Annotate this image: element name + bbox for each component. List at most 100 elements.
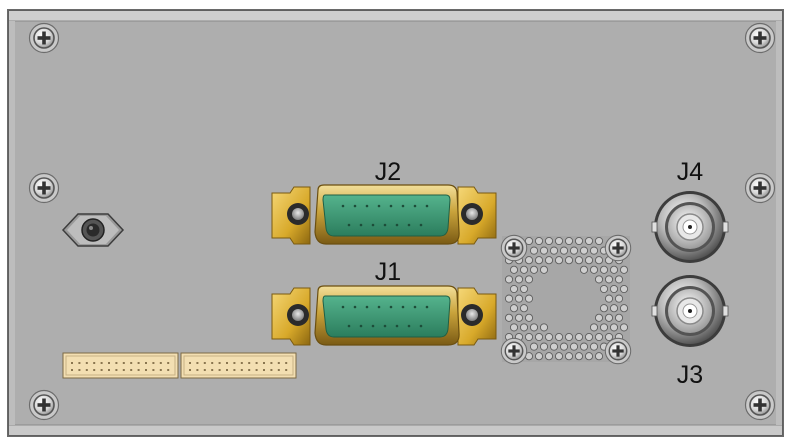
header-pin [115,362,118,364]
vent-hole [574,332,584,342]
label-j4: J4 [677,158,704,186]
vent-hole [614,294,624,303]
vent-hole [614,275,624,284]
vent-screw-bottom-right-icon [604,337,632,365]
header-pin [78,362,81,364]
header-pin [152,362,155,364]
dsub-connector-j2 [271,184,497,245]
rear-panel-diagram: J2 J1 J4 J3 [0,0,788,441]
vent-hole [594,332,604,342]
vent-hole [604,294,614,303]
vent-screw-top-right-icon [604,234,632,262]
vent-hole [519,323,529,332]
mount-screw-top-right-icon [744,22,776,54]
header-pin [226,369,228,371]
header-pin [71,362,73,364]
header-pin [100,362,103,364]
vent-hole [594,256,604,265]
label-j2: J2 [375,158,401,186]
vent-hole [594,352,604,361]
ventilation-grille-icon [500,234,632,365]
header-pin [218,369,221,371]
vent-hole [609,265,619,274]
vent-hole [609,284,619,294]
vent-hole [504,275,514,284]
vent-hole [559,246,569,255]
mount-screw-mid-right-icon [744,172,776,204]
vent-hole [534,236,544,246]
vent-hole [539,265,549,274]
vent-hole [559,342,569,351]
header-pin [159,362,162,364]
vent-hole [529,342,539,351]
header-pin [130,362,133,364]
vent-hole [554,236,564,246]
vent-hole [584,352,594,361]
vent-hole [514,313,524,322]
vent-hole [574,352,584,361]
vent-hole [524,275,534,284]
header-pin [159,369,162,371]
vent-hole [554,352,564,361]
vent-hole [519,284,529,294]
vent-hole [609,304,619,313]
vent-hole [509,284,519,294]
header-pin [255,362,258,364]
vent-hole [564,256,574,265]
vent-hole [599,323,609,332]
vent-screw-bottom-left-icon [500,337,528,365]
header-pin [248,369,251,371]
vent-hole [584,236,594,246]
vent-hole [519,304,529,313]
header-pin [203,362,206,364]
vent-hole [599,265,609,274]
header-pin [240,369,243,371]
header-pin [233,362,236,364]
vent-hole [609,323,619,332]
header-pin [108,362,110,364]
header-pin [270,362,273,364]
header-pin [167,369,170,371]
vent-hole [539,342,549,351]
header-pin [85,369,88,371]
header-pin [100,369,103,371]
vent-hole [619,304,629,313]
header-pin [285,362,288,364]
dsub-connector-j1 [271,285,497,346]
vent-hole [574,236,584,246]
vent-hole [534,352,544,361]
vent-hole [584,256,594,265]
vent-hole [619,284,629,294]
header-pin [196,369,199,371]
vent-hole [524,313,534,322]
vent-hole [539,323,549,332]
header-pin [130,369,133,371]
label-j1: J1 [375,258,401,286]
vent-hole [549,246,559,255]
vent-hole [564,236,574,246]
vent-hole [604,313,614,322]
header-pin [108,369,110,371]
vent-hole [584,332,594,342]
vent-hole [589,323,599,332]
header-pin [122,362,125,364]
vent-hole [509,304,519,313]
mount-screw-bottom-left-icon [28,389,60,421]
header-pin [145,362,147,364]
vent-hole [594,313,604,322]
vent-hole [509,323,519,332]
vent-hole [529,323,539,332]
header-pin [196,362,199,364]
vent-hole [529,246,539,255]
header-pin [240,362,243,364]
vent-hole [589,265,599,274]
vent-hole [569,342,579,351]
vent-hole [524,256,534,265]
vent-hole [564,332,574,342]
header-pin [211,362,214,364]
vent-hole [554,332,564,342]
vent-hole [604,275,614,284]
vent-hole [534,332,544,342]
vent-hole [564,352,574,361]
vent-hole [599,304,609,313]
